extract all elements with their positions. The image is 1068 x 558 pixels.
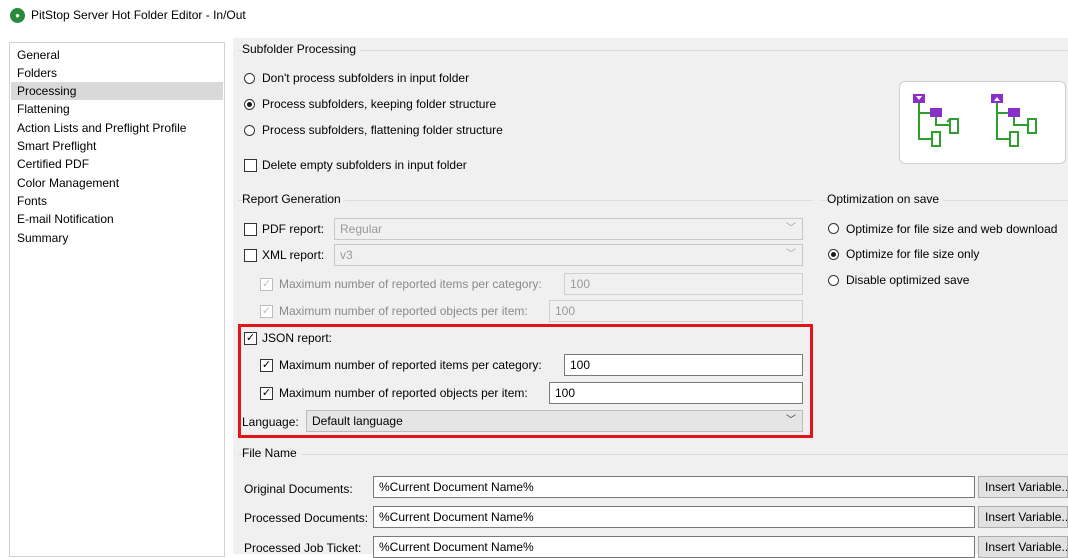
radio-disable-optimized-label[interactable]: Disable optimized save [846,273,969,287]
xml-report-dropdown[interactable]: v3 ﹀ [334,244,803,266]
json-report-highlight [238,324,813,438]
xml-report-label[interactable]: XML report: [262,248,324,262]
insert-variable-button[interactable]: Insert Variable... [978,476,1068,498]
xml-max-objects-checkbox[interactable]: ✓ [260,305,273,318]
pdf-report-label[interactable]: PDF report: [262,222,324,236]
pdf-report-checkbox[interactable] [244,223,257,236]
processed-job-ticket-label: Processed Job Ticket: [244,541,362,555]
original-documents-field[interactable]: %Current Document Name% [373,476,975,498]
radio-keep-structure-label[interactable]: Process subfolders, keeping folder struc… [262,97,496,111]
processed-documents-field[interactable]: %Current Document Name% [373,506,975,528]
xml-max-items-checkbox[interactable]: ✓ [260,278,273,291]
original-documents-label: Original Documents: [244,482,353,496]
radio-optimize-web-label[interactable]: Optimize for file size and web download [846,222,1057,236]
group-divider [238,454,1068,455]
delete-empty-label[interactable]: Delete empty subfolders in input folder [262,158,467,172]
chevron-down-icon: ﹀ [786,223,796,234]
sidebar-item-summary[interactable]: Summary [17,229,68,247]
chevron-down-icon: ﹀ [786,249,796,260]
folder-structure-illustration [899,81,1066,164]
processed-documents-label: Processed Documents: [244,511,369,525]
flatten-structure-tree [991,94,1037,147]
sidebar-item-color-management[interactable]: Color Management [17,174,119,192]
sidebar-item-folders[interactable]: Folders [17,64,57,82]
pdf-report-value: Regular [340,222,383,236]
sidebar-item-general[interactable]: General [17,46,60,64]
radio-disable-optimized[interactable] [828,275,839,286]
filename-group-title: File Name [242,446,301,460]
sidebar-item-fonts[interactable]: Fonts [17,192,47,210]
xml-max-items-label: Maximum number of reported items per cat… [279,277,542,291]
subfolder-group-title: Subfolder Processing [242,42,361,56]
radio-optimize-size[interactable] [828,249,839,260]
insert-variable-button[interactable]: Insert Variable... [978,536,1068,558]
category-list[interactable]: General Folders Processing Flattening Ac… [9,42,225,557]
sidebar-item-processing[interactable]: Processing [11,82,223,100]
group-divider [238,50,1068,51]
folder-tree-icon [913,94,1037,147]
radio-optimize-size-label[interactable]: Optimize for file size only [846,247,979,261]
xml-max-items-field[interactable]: 100 [564,273,803,295]
processed-job-ticket-field[interactable]: %Current Document Name% [373,536,975,558]
title-bar: ● PitStop Server Hot Folder Editor - In/… [0,0,1068,32]
optimization-group-title: Optimization on save [827,192,944,206]
sidebar-item-email-notification[interactable]: E-mail Notification [17,210,114,228]
xml-report-checkbox[interactable] [244,249,257,262]
radio-dont-process-label[interactable]: Don't process subfolders in input folder [262,71,469,85]
pitstop-app-icon: ● [10,8,25,23]
report-group-title: Report Generation [242,192,345,206]
radio-keep-structure[interactable] [244,99,255,110]
sidebar-item-certified-pdf[interactable]: Certified PDF [17,155,89,173]
xml-max-objects-label: Maximum number of reported objects per i… [279,304,528,318]
window-title: PitStop Server Hot Folder Editor - In/Ou… [31,8,246,22]
keep-structure-tree [913,94,959,147]
radio-flatten-structure[interactable] [244,125,255,136]
xml-report-value: v3 [340,248,353,262]
sidebar-item-action-lists[interactable]: Action Lists and Preflight Profile [17,119,186,137]
sidebar-item-flattening[interactable]: Flattening [17,100,70,118]
xml-max-objects-field[interactable]: 100 [549,300,803,322]
pdf-report-dropdown[interactable]: Regular ﹀ [334,218,803,240]
radio-flatten-structure-label[interactable]: Process subfolders, flattening folder st… [262,123,503,137]
sidebar-item-smart-preflight[interactable]: Smart Preflight [17,137,96,155]
radio-optimize-web[interactable] [828,223,839,234]
radio-dont-process[interactable] [244,73,255,84]
delete-empty-checkbox[interactable] [244,159,257,172]
insert-variable-button[interactable]: Insert Variable... [978,506,1068,528]
